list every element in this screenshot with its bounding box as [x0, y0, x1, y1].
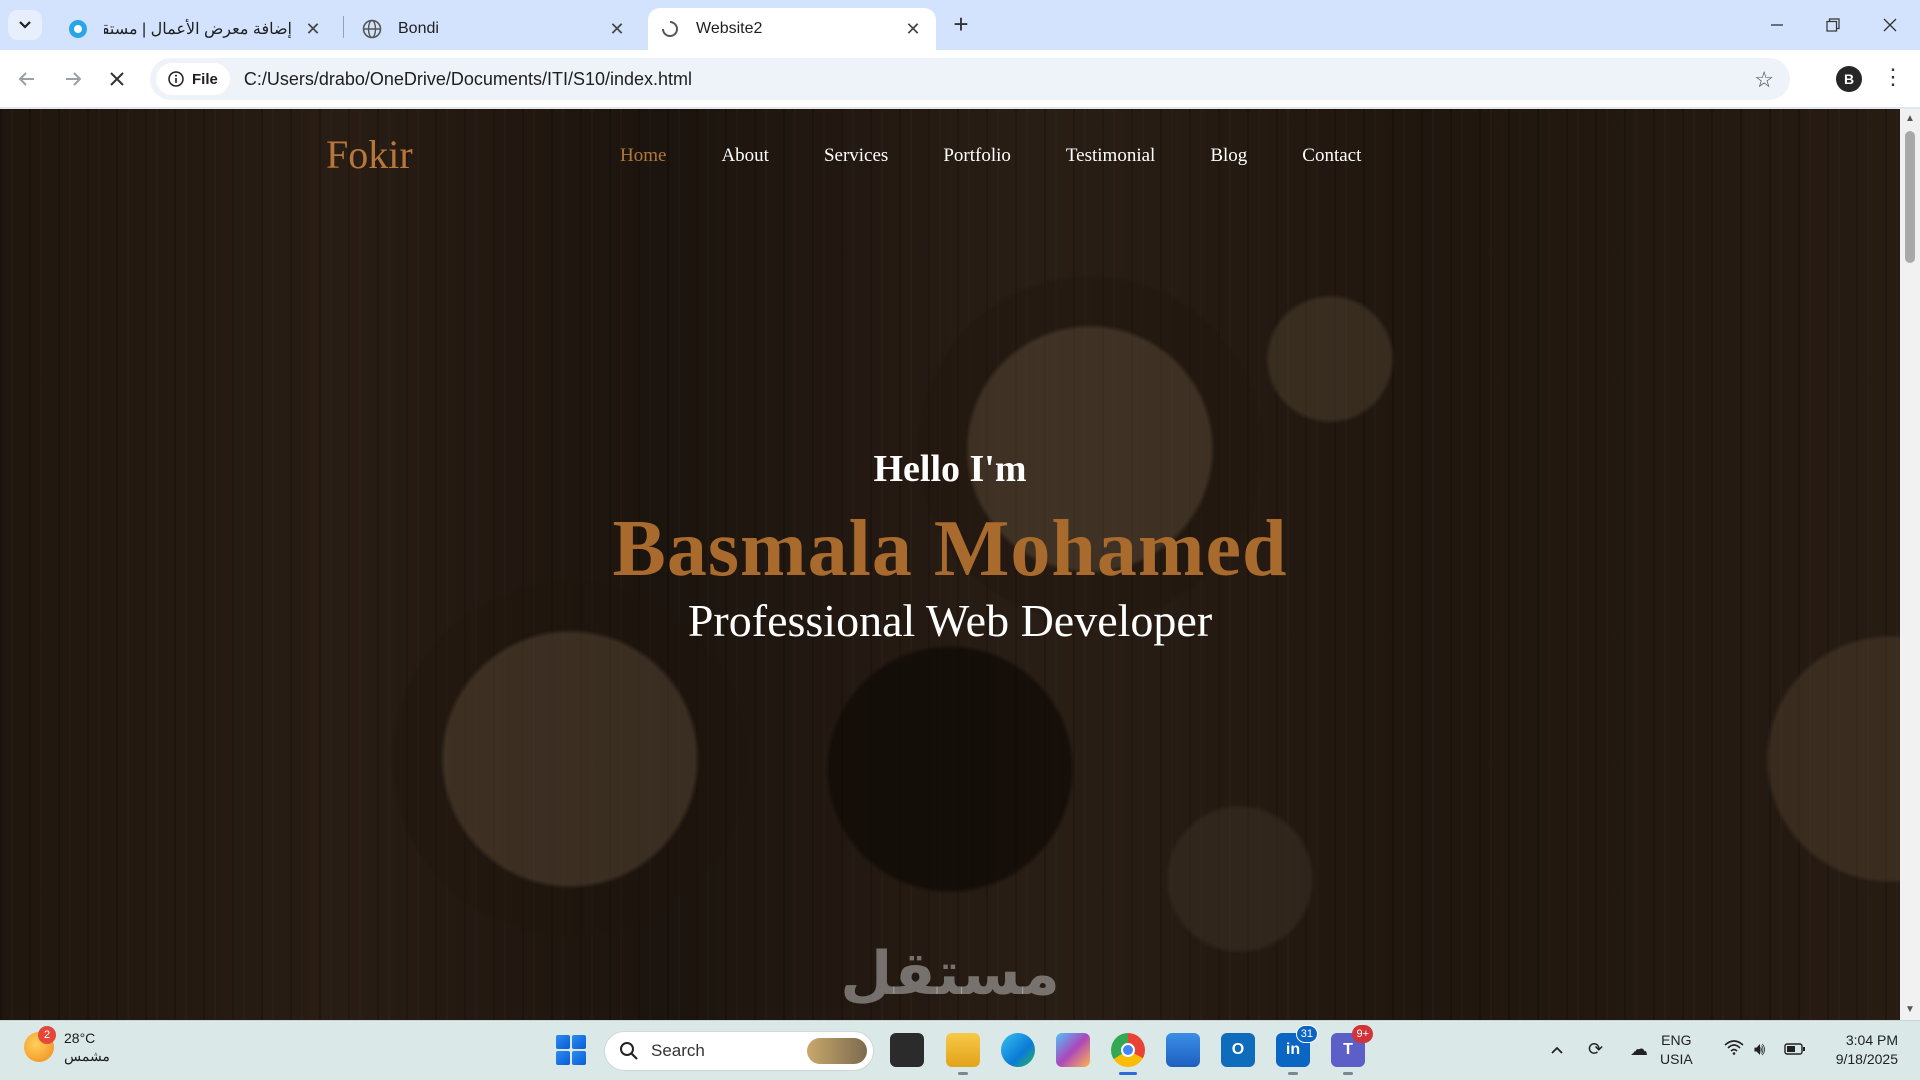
info-icon — [168, 71, 184, 87]
hero-name: Basmala Mohamed — [612, 505, 1288, 593]
linkedin-icon[interactable]: in 31 — [1276, 1025, 1318, 1075]
outlook-icon[interactable]: O — [1221, 1033, 1255, 1067]
search-placeholder: Search — [651, 1041, 705, 1060]
page-viewport: Fokir Home About Services Portfolio Test… — [0, 109, 1900, 1020]
address-bar[interactable]: File C:/Users/drabo/OneDrive/Documents/I… — [150, 58, 1790, 100]
site-info-chip[interactable]: File — [156, 63, 230, 95]
teams-badge: 9+ — [1352, 1025, 1373, 1043]
mostaql-icon — [68, 19, 88, 39]
search-highlight-image — [807, 1038, 867, 1064]
hero-greeting: Hello I'm — [873, 448, 1027, 490]
close-icon[interactable]: ✕ — [902, 18, 924, 40]
site-logo[interactable]: Fokir — [326, 131, 413, 178]
chrome-icon[interactable] — [1111, 1033, 1145, 1075]
start-button[interactable] — [556, 1035, 586, 1065]
tab-label: Bondi — [398, 20, 439, 37]
close-icon — [110, 72, 124, 86]
tab-mostaql[interactable]: إضافة معرض الأعمال | مستقل ✕ — [56, 8, 336, 50]
loading-icon — [660, 19, 680, 39]
volume-icon[interactable]: 🔊︎ — [1754, 1039, 1765, 1060]
close-icon[interactable]: ✕ — [302, 18, 324, 40]
system-clock[interactable]: 3:04 PM 9/18/2025 — [1814, 1031, 1898, 1069]
bookmark-star-icon[interactable]: ☆ — [1754, 67, 1774, 93]
scroll-down-arrow-icon[interactable]: ▼ — [1904, 1004, 1916, 1016]
more-menu-icon[interactable]: ⋮ — [1882, 64, 1904, 90]
task-view-icon[interactable] — [890, 1033, 924, 1067]
nav-about[interactable]: About — [721, 145, 769, 167]
site-menu: Home About Services Portfolio Testimonia… — [620, 145, 1416, 167]
teams-icon[interactable]: T 9+ — [1331, 1025, 1373, 1075]
mostaql-watermark: مستقل — [840, 939, 1060, 1009]
onedrive-cloud-icon[interactable]: ☁ — [1630, 1039, 1648, 1060]
scroll-up-arrow-icon[interactable]: ▲ — [1904, 113, 1916, 125]
linkedin-badge: 31 — [1295, 1025, 1318, 1043]
windows-logo-icon — [556, 1035, 570, 1049]
nav-testimonial[interactable]: Testimonial — [1066, 145, 1155, 167]
tab-bondi[interactable]: Bondi ✕ — [350, 8, 640, 50]
taskbar-search[interactable]: Search — [604, 1031, 874, 1071]
chevron-up-icon[interactable] — [1550, 1039, 1564, 1060]
minimize-icon — [1771, 24, 1783, 26]
weather-widget[interactable]: 2 28°C مشمس — [24, 1026, 110, 1065]
close-icon — [1883, 18, 1897, 32]
tab-label: إضافة معرض الأعمال | مستقل — [104, 21, 292, 38]
page-scrollbar[interactable]: ▲ ▼ — [1900, 109, 1920, 1020]
url-text[interactable]: C:/Users/drabo/OneDrive/Documents/ITI/S1… — [244, 69, 692, 90]
minimize-button[interactable] — [1757, 10, 1797, 40]
nav-blog[interactable]: Blog — [1210, 145, 1247, 167]
weather-badge: 2 — [38, 1026, 56, 1044]
weather-temp: 28°C — [64, 1030, 96, 1046]
scrollbar-thumb[interactable] — [1905, 131, 1915, 263]
clock-date: 9/18/2025 — [1835, 1051, 1898, 1067]
chevron-down-icon — [19, 21, 31, 29]
tab-search-button[interactable] — [8, 10, 42, 40]
restore-icon — [1826, 18, 1840, 32]
new-tab-button[interactable]: + — [948, 11, 974, 38]
sun-icon: 2 — [24, 1026, 56, 1062]
weather-condition: مشمس — [64, 1048, 110, 1064]
store-icon[interactable] — [1166, 1033, 1200, 1067]
site-info-label: File — [192, 70, 218, 88]
sync-icon[interactable]: ⟳ — [1588, 1039, 1603, 1060]
hero-role: Professional Web Developer — [687, 595, 1213, 646]
tab-website2[interactable]: Website2 ✕ — [648, 8, 936, 50]
tab-separator — [343, 16, 344, 38]
nav-contact[interactable]: Contact — [1302, 145, 1361, 167]
wifi-icon[interactable] — [1724, 1039, 1744, 1060]
search-icon — [620, 1042, 638, 1060]
language-code: ENG — [1661, 1032, 1692, 1048]
nav-portfolio[interactable]: Portfolio — [943, 145, 1011, 167]
clock-time: 3:04 PM — [1845, 1032, 1898, 1048]
arrow-left-icon — [18, 72, 34, 86]
copilot-icon[interactable] — [1056, 1033, 1090, 1067]
profile-avatar[interactable]: B — [1836, 66, 1862, 92]
windows-taskbar: 2 28°C مشمس Search O in 31 T 9+ ⟳ ☁ ENG … — [0, 1020, 1920, 1080]
tab-strip: إضافة معرض الأعمال | مستقل ✕ Bondi ✕ Web… — [0, 0, 1920, 50]
arrow-right-icon — [66, 72, 82, 86]
battery-icon[interactable] — [1784, 1039, 1806, 1060]
tab-label: Website2 — [696, 20, 763, 37]
nav-services[interactable]: Services — [824, 145, 888, 167]
back-button[interactable] — [14, 66, 40, 92]
chrome-center — [1121, 1043, 1135, 1057]
stop-loading-button[interactable] — [104, 66, 130, 92]
language-indicator[interactable]: ENG USIA — [1660, 1031, 1693, 1069]
keyboard-layout: USIA — [1660, 1051, 1693, 1067]
close-icon[interactable]: ✕ — [606, 18, 628, 40]
browser-toolbar: File C:/Users/drabo/OneDrive/Documents/I… — [0, 50, 1920, 108]
edge-icon[interactable] — [1001, 1033, 1035, 1067]
site-navbar: Fokir Home About Services Portfolio Test… — [0, 109, 1900, 199]
file-explorer-icon[interactable] — [946, 1033, 980, 1075]
restore-button[interactable] — [1813, 10, 1853, 40]
close-window-button[interactable] — [1870, 10, 1910, 40]
nav-home[interactable]: Home — [620, 145, 666, 167]
globe-icon — [362, 19, 382, 39]
forward-button[interactable] — [60, 66, 86, 92]
